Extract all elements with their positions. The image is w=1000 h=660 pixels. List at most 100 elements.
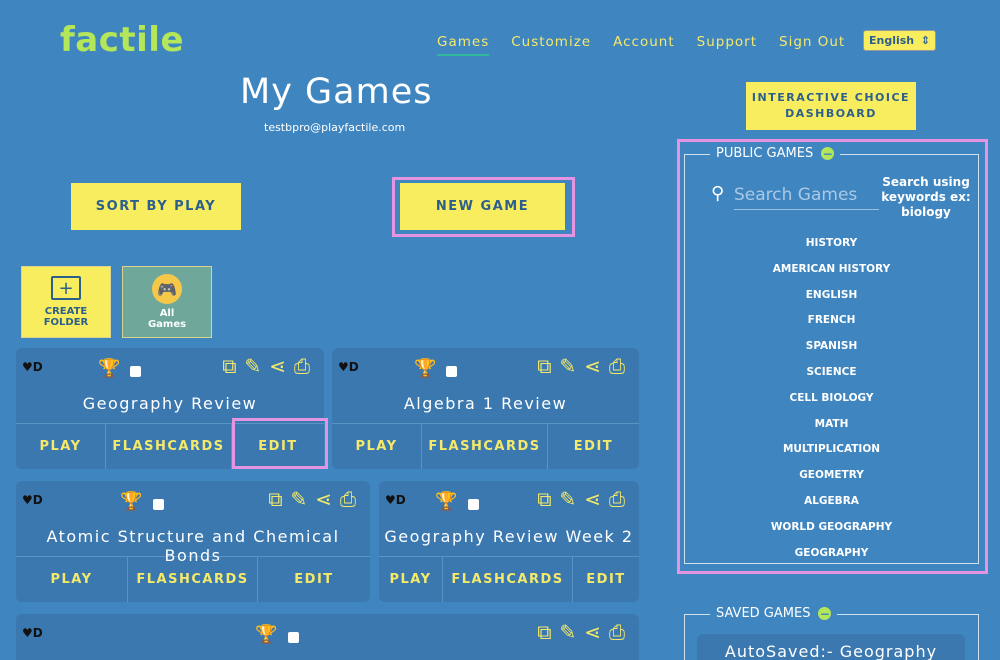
create-folder-line-1: CREATE [44, 306, 88, 317]
edit-icon[interactable]: ✎ [559, 354, 576, 378]
edit-icon[interactable]: ✎ [559, 620, 576, 644]
edit-icon[interactable]: ✎ [559, 487, 576, 511]
game-title: Atomic Structure and Chemical Bonds [46, 527, 340, 565]
topic-link[interactable]: CELL BIOLOGY [684, 391, 979, 417]
language-select[interactable]: English ⇕ [863, 30, 936, 51]
topic-link[interactable]: GEOGRAPHY [684, 546, 979, 572]
edit-icon[interactable]: ✎ [290, 487, 307, 511]
nav-sign-out[interactable]: Sign Out [779, 34, 845, 56]
nav-games[interactable]: Games [437, 34, 490, 56]
topic-link[interactable]: HISTORY [684, 236, 979, 262]
topic-link[interactable]: MATH [684, 417, 979, 443]
flashcards-button[interactable]: FLASHCARDS [443, 557, 573, 602]
icd-line-1: INTERACTIVE CHOICE [751, 91, 911, 104]
public-games-label: PUBLIC GAMES [716, 146, 814, 161]
topic-link[interactable]: ALGEBRA [684, 494, 979, 520]
user-email: testbpro@playfactile.com [264, 121, 406, 134]
game-card: ♥D 🏆 ⧉ ✎ ⋖ ⎙ Algebra 1 Review PLAY FLASHCAR… [332, 348, 639, 469]
topic-list: HISTORY AMERICAN HISTORY ENGLISH FRENCH … [684, 236, 979, 571]
select-checkbox[interactable] [130, 366, 141, 377]
nav-customize[interactable]: Customize [511, 34, 591, 56]
game-title: Geography Review Week 2 [384, 527, 634, 546]
trophy-icon[interactable]: 🏆 [98, 358, 120, 379]
select-arrows-icon: ⇕ [920, 34, 930, 47]
trophy-icon[interactable]: 🏆 [120, 491, 142, 512]
sort-by-play-button[interactable]: SORT BY PLAY [71, 183, 241, 230]
gamepad-icon: 🎮 [152, 274, 182, 304]
search-hint: Search using keywords ex: biology [881, 175, 971, 219]
flashcards-button[interactable]: FLASHCARDS [422, 424, 548, 469]
search-icon: ⚲ [711, 183, 725, 204]
add-folder-icon: + [51, 276, 81, 300]
print-icon[interactable]: ⎙ [340, 487, 356, 511]
nav-account[interactable]: Account [613, 34, 675, 56]
print-icon[interactable]: ⎙ [609, 620, 625, 644]
saved-game-item[interactable]: AutoSaved:- Geography [697, 634, 965, 660]
play-button[interactable]: PLAY [16, 424, 106, 469]
topic-link[interactable]: MULTIPLICATION [684, 442, 979, 468]
play-button[interactable]: PLAY [379, 557, 443, 602]
share-icon[interactable]: ⋖ [584, 487, 601, 511]
search-games-input[interactable] [734, 180, 879, 210]
create-folder-button[interactable]: + CREATE FOLDER [21, 266, 111, 338]
saved-games-legend[interactable]: SAVED GAMES − [710, 606, 838, 621]
factile-logo[interactable]: factile [60, 20, 184, 60]
select-checkbox[interactable] [288, 632, 299, 643]
print-icon[interactable]: ⎙ [294, 354, 310, 378]
all-games-line-2: Games [147, 319, 187, 330]
saved-games-label: SAVED GAMES [716, 606, 811, 621]
all-games-line-1: All [159, 308, 175, 319]
share-icon[interactable]: ⋖ [584, 620, 601, 644]
topic-link[interactable]: AMERICAN HISTORY [684, 262, 979, 288]
copy-icon[interactable]: ⧉ [222, 354, 236, 378]
copy-icon[interactable]: ⧉ [537, 620, 551, 644]
trophy-icon[interactable]: 🏆 [414, 358, 436, 379]
flashcards-button[interactable]: FLASHCARDS [106, 424, 232, 469]
print-icon[interactable]: ⎙ [609, 487, 625, 511]
page-title: My Games [240, 72, 433, 112]
game-card: ♥D 🏆 ⧉ ✎ ⋖ ⎙ Atomic Structure and Chemical … [16, 481, 370, 602]
nav-support[interactable]: Support [697, 34, 757, 56]
game-card: ♥D 🏆 ⧉ ✎ ⋖ ⎙ Geography Review Week 2 PLAY F… [379, 481, 639, 602]
favorite-heart-icon[interactable]: ♥D [22, 360, 43, 374]
edit-icon[interactable]: ✎ [244, 354, 261, 378]
select-checkbox[interactable] [153, 499, 164, 510]
select-checkbox[interactable] [446, 366, 457, 377]
share-icon[interactable]: ⋖ [315, 487, 332, 511]
topic-link[interactable]: GEOMETRY [684, 468, 979, 494]
trophy-icon[interactable]: 🏆 [255, 624, 277, 645]
select-checkbox[interactable] [468, 499, 479, 510]
topic-link[interactable]: SPANISH [684, 339, 979, 365]
favorite-heart-icon[interactable]: ♥D [22, 626, 43, 640]
icd-line-2: DASHBOARD [785, 107, 877, 120]
favorite-heart-icon[interactable]: ♥D [338, 360, 359, 374]
copy-icon[interactable]: ⧉ [268, 487, 282, 511]
language-value: English [869, 34, 915, 47]
print-icon[interactable]: ⎙ [609, 354, 625, 378]
topic-link[interactable]: WORLD GEOGRAPHY [684, 520, 979, 546]
public-games-legend[interactable]: PUBLIC GAMES − [710, 146, 841, 161]
topic-link[interactable]: FRENCH [684, 313, 979, 339]
collapse-icon[interactable]: − [821, 147, 835, 160]
share-icon[interactable]: ⋖ [269, 354, 286, 378]
game-title: Algebra 1 Review [403, 394, 568, 413]
favorite-heart-icon[interactable]: ♥D [385, 493, 406, 507]
topic-link[interactable]: SCIENCE [684, 365, 979, 391]
main-nav: Games Customize Account Support Sign Out [437, 34, 867, 56]
edit-highlight [232, 418, 328, 469]
all-games-folder[interactable]: 🎮 All Games [122, 266, 212, 338]
game-title: Geography Review [82, 394, 258, 413]
play-button[interactable]: PLAY [332, 424, 422, 469]
topic-link[interactable]: ENGLISH [684, 288, 979, 314]
edit-button[interactable]: EDIT [573, 557, 639, 602]
copy-icon[interactable]: ⧉ [537, 354, 551, 378]
collapse-icon[interactable]: − [818, 607, 832, 620]
game-card: ♥D 🏆 ⧉ ✎ ⋖ ⎙ [16, 614, 639, 660]
copy-icon[interactable]: ⧉ [537, 487, 551, 511]
edit-button[interactable]: EDIT [548, 424, 639, 469]
new-game-button[interactable]: NEW GAME [400, 183, 565, 230]
interactive-choice-dashboard-button[interactable]: INTERACTIVE CHOICE DASHBOARD [746, 82, 916, 130]
trophy-icon[interactable]: 🏆 [435, 491, 457, 512]
favorite-heart-icon[interactable]: ♥D [22, 493, 43, 507]
share-icon[interactable]: ⋖ [584, 354, 601, 378]
